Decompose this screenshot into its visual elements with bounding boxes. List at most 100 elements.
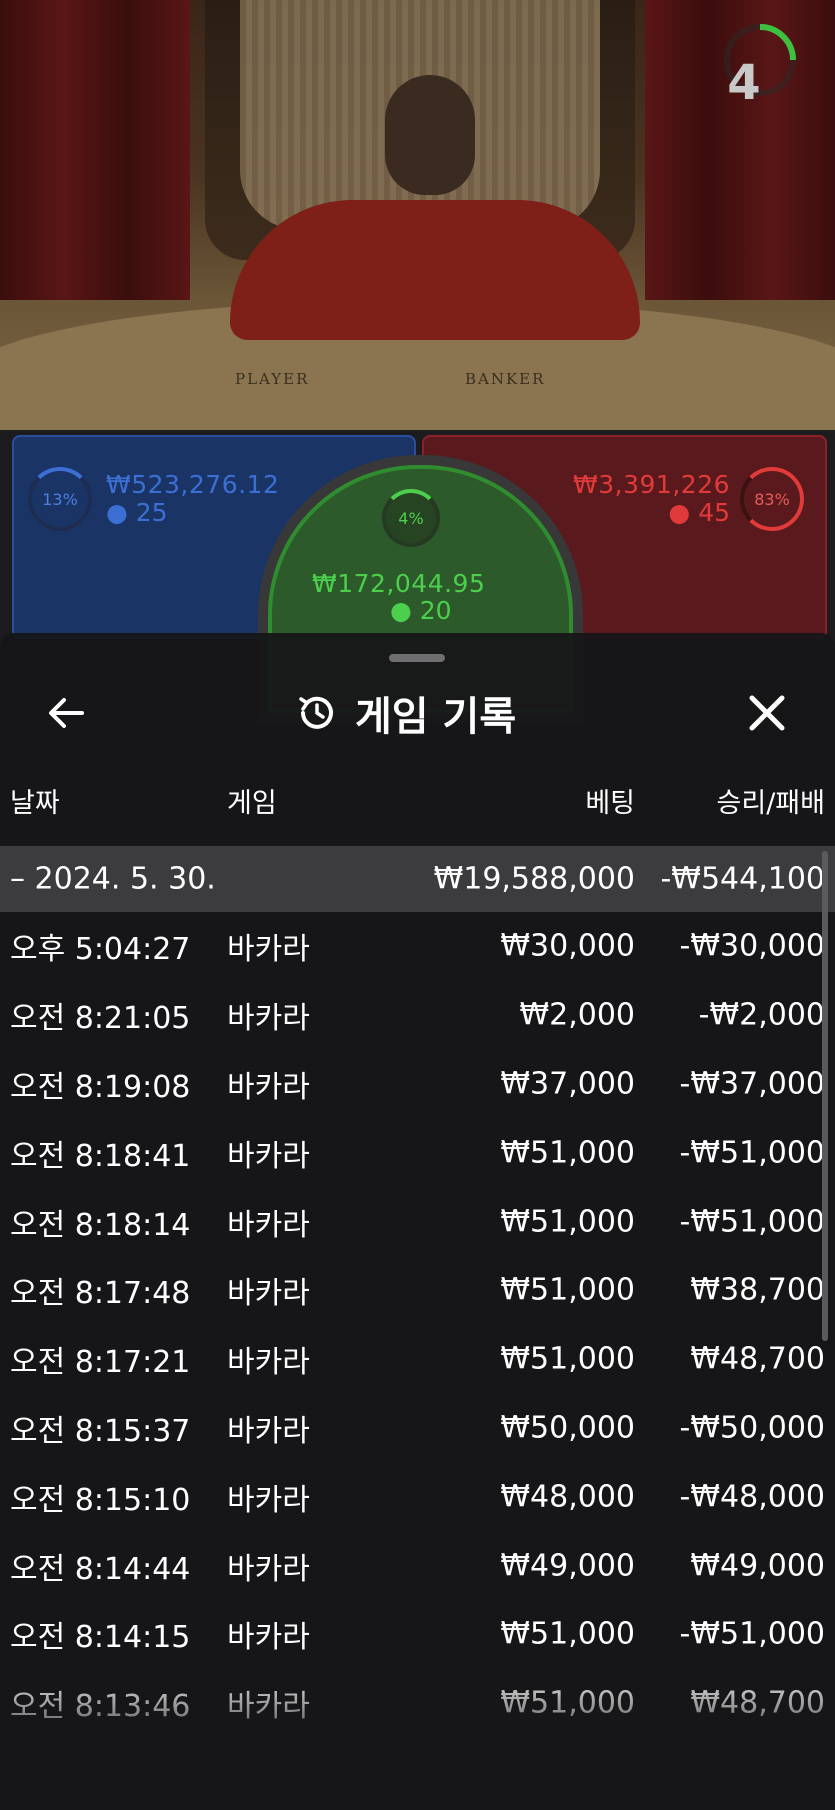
row-time: 오전 8:18:41 xyxy=(10,1138,191,1174)
row-bet: ₩37,000 xyxy=(500,1066,635,1102)
tie-percent: 4% xyxy=(398,508,424,528)
tie-total-amount: ₩172,044.95 xyxy=(312,569,486,598)
dealer xyxy=(230,200,640,340)
row-game: 바카라 xyxy=(227,1138,310,1174)
row-result: ₩49,000 xyxy=(690,1548,825,1584)
row-result: -₩30,000 xyxy=(679,928,825,964)
close-icon[interactable] xyxy=(742,688,792,738)
row-bet: ₩51,000 xyxy=(500,1685,635,1721)
user-icon: ● xyxy=(390,596,412,625)
row-result: -₩2,000 xyxy=(698,997,825,1033)
dealer-head xyxy=(385,75,475,195)
user-icon: ● xyxy=(668,498,691,527)
player-percent-ring: 13% xyxy=(28,467,92,531)
row-game: 바카라 xyxy=(227,1413,310,1449)
row-result: -₩51,000 xyxy=(679,1204,825,1240)
history-row[interactable]: 오전 8:17:48 바카라 ₩51,000 ₩38,700 xyxy=(0,1256,835,1325)
date-group-total-result: -₩544,100 xyxy=(660,861,825,897)
row-bet: ₩51,000 xyxy=(500,1341,635,1377)
countdown-number: 4 xyxy=(727,55,761,111)
row-time: 오전 8:15:37 xyxy=(10,1413,191,1449)
table-label-banker: BANKER xyxy=(465,370,546,388)
column-date[interactable]: 날짜 xyxy=(10,781,60,820)
date-group-row[interactable]: – 2024. 5. 30. ₩19,588,000 -₩544,100 xyxy=(0,846,835,912)
banker-count-value: 45 xyxy=(698,498,730,527)
row-bet: ₩2,000 xyxy=(519,997,635,1033)
row-time: 오전 8:15:10 xyxy=(10,1482,191,1518)
player-bettor-count: ● 25 xyxy=(106,498,168,527)
player-percent: 13% xyxy=(42,489,78,509)
tie-bettor-count: ● 20 xyxy=(390,596,452,625)
scrollbar[interactable] xyxy=(822,851,828,1341)
history-row[interactable]: 오전 8:13:46 바카라 ₩51,000 ₩48,700 xyxy=(0,1669,835,1738)
sheet-title: 게임 기록 xyxy=(355,694,517,740)
player-total-amount: ₩523,276.12 xyxy=(106,470,280,499)
history-row[interactable]: 오후 5:04:27 바카라 ₩30,000 -₩30,000 xyxy=(0,912,835,981)
game-history-sheet: 게임 기록 날짜 게임 베팅 승리/패배 – 2024. 5. 30. ₩19,… xyxy=(0,633,835,1810)
row-bet: ₩51,000 xyxy=(500,1272,635,1308)
row-bet: ₩51,000 xyxy=(500,1204,635,1240)
row-bet: ₩49,000 xyxy=(500,1548,635,1584)
row-time: 오전 8:19:08 xyxy=(10,1069,191,1105)
banker-percent: 83% xyxy=(754,489,790,509)
curtain-left xyxy=(0,0,190,300)
row-result: -₩37,000 xyxy=(679,1066,825,1102)
table-header: 날짜 게임 베팅 승리/패배 xyxy=(0,781,835,831)
arrow-left-icon[interactable] xyxy=(42,688,92,738)
history-row[interactable]: 오전 8:18:14 바카라 ₩51,000 -₩51,000 xyxy=(0,1187,835,1256)
history-row[interactable]: 오전 8:14:15 바카라 ₩51,000 -₩51,000 xyxy=(0,1600,835,1669)
column-bet[interactable]: 베팅 xyxy=(585,781,635,820)
banker-percent-ring: 83% xyxy=(740,467,804,531)
row-time: 오전 8:13:46 xyxy=(10,1689,191,1725)
row-bet: ₩48,000 xyxy=(500,1479,635,1515)
history-row[interactable]: 오전 8:17:21 바카라 ₩51,000 ₩48,700 xyxy=(0,1325,835,1394)
row-result: -₩50,000 xyxy=(679,1410,825,1446)
history-row[interactable]: 오전 8:18:41 바카라 ₩51,000 -₩51,000 xyxy=(0,1118,835,1187)
history-row[interactable]: 오전 8:21:05 바카라 ₩2,000 -₩2,000 xyxy=(0,981,835,1050)
row-result: -₩51,000 xyxy=(679,1616,825,1652)
row-time: 오전 8:18:14 xyxy=(10,1207,191,1243)
row-time: 오전 8:21:05 xyxy=(10,1001,191,1037)
row-game: 바카라 xyxy=(227,1689,310,1725)
user-icon: ● xyxy=(106,498,128,527)
history-row[interactable]: 오전 8:14:44 바카라 ₩49,000 ₩49,000 xyxy=(0,1531,835,1600)
row-game: 바카라 xyxy=(227,1001,310,1037)
row-result: ₩48,700 xyxy=(690,1685,825,1721)
row-game: 바카라 xyxy=(227,1482,310,1518)
row-time: 오전 8:17:21 xyxy=(10,1345,191,1381)
row-time: 오후 5:04:27 xyxy=(10,932,191,968)
tie-percent-ring: 4% xyxy=(382,489,440,547)
row-result: -₩51,000 xyxy=(679,1135,825,1171)
date-group-label: – 2024. 5. 30. xyxy=(10,861,216,897)
banker-bettor-count: ● 45 xyxy=(668,498,730,527)
column-game[interactable]: 게임 xyxy=(227,781,277,820)
sheet-header: 게임 기록 xyxy=(295,683,516,743)
live-video-stream: PLAYER BANKER 4 xyxy=(0,0,835,430)
player-count-value: 25 xyxy=(135,498,168,527)
history-table: – 2024. 5. 30. ₩19,588,000 -₩544,100 오후 … xyxy=(0,846,835,1738)
history-clock-icon xyxy=(299,696,333,729)
row-bet: ₩50,000 xyxy=(500,1410,635,1446)
row-time: 오전 8:14:15 xyxy=(10,1620,191,1656)
banker-total-amount: ₩3,391,226 xyxy=(573,470,730,499)
row-bet: ₩51,000 xyxy=(500,1135,635,1171)
date-group-total-bet: ₩19,588,000 xyxy=(433,861,635,897)
row-game: 바카라 xyxy=(227,1551,310,1587)
row-time: 오전 8:14:44 xyxy=(10,1551,191,1587)
history-row[interactable]: 오전 8:15:10 바카라 ₩48,000 -₩48,000 xyxy=(0,1462,835,1531)
row-result: ₩38,700 xyxy=(690,1272,825,1308)
row-game: 바카라 xyxy=(227,1207,310,1243)
sheet-drag-handle[interactable] xyxy=(389,654,445,662)
row-game: 바카라 xyxy=(227,1276,310,1312)
row-bet: ₩51,000 xyxy=(500,1616,635,1652)
history-row[interactable]: 오전 8:15:37 바카라 ₩50,000 -₩50,000 xyxy=(0,1394,835,1463)
column-result[interactable]: 승리/패배 xyxy=(717,781,825,820)
history-row[interactable]: 오전 8:19:08 바카라 ₩37,000 -₩37,000 xyxy=(0,1050,835,1119)
row-result: ₩48,700 xyxy=(690,1341,825,1377)
tie-count-value: 20 xyxy=(419,596,452,625)
bet-spots: 13% ₩523,276.12 ● 25 83% ₩3,391,226 ● 45… xyxy=(0,430,835,713)
row-game: 바카라 xyxy=(227,1620,310,1656)
row-bet: ₩30,000 xyxy=(500,928,635,964)
row-game: 바카라 xyxy=(227,932,310,968)
row-game: 바카라 xyxy=(227,1069,310,1105)
